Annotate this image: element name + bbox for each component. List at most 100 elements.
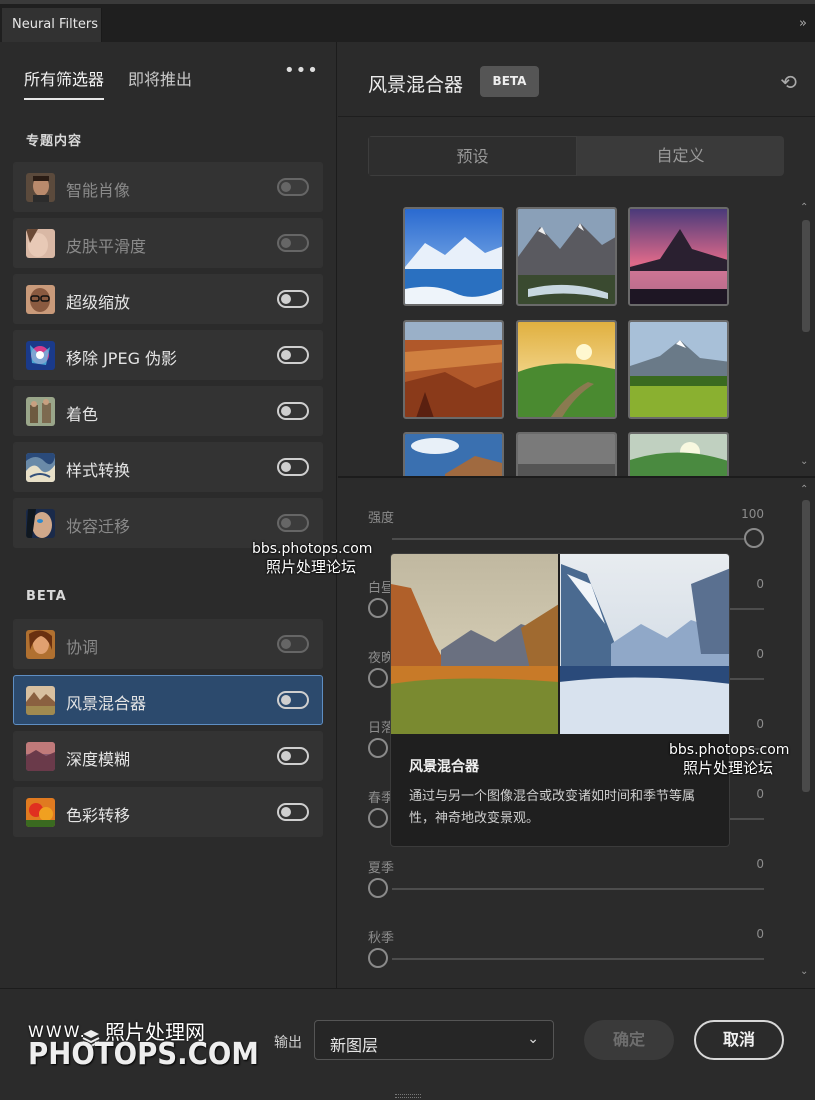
segment-presets[interactable]: 预设 [368, 136, 577, 176]
filter-item-style-transfer[interactable]: 样式转换 [13, 442, 323, 492]
filter-item-harmonize[interactable]: 协调 [13, 619, 323, 669]
preset-sunrise-hills[interactable] [516, 320, 617, 419]
skin-thumb [26, 229, 55, 258]
slider-knob[interactable] [368, 598, 388, 618]
slider-knob[interactable] [368, 738, 388, 758]
preset-gallery: ⌃ ⌄ [338, 200, 815, 478]
tooltip-description: 通过与另一个图像混合或改变诸如时间和季节等属性，神奇地改变景观。 [409, 789, 696, 826]
colorize-thumb [26, 397, 55, 426]
preset-green-valley[interactable] [628, 432, 729, 476]
tab-all-filters[interactable]: 所有筛选器 [24, 66, 105, 100]
slider-knob[interactable] [744, 528, 764, 548]
filter-toggle[interactable] [277, 458, 309, 476]
filter-toggle[interactable] [277, 402, 309, 420]
filter-tabs: 所有筛选器 即将推出 [24, 66, 192, 100]
preset-sunset-peak[interactable] [628, 207, 729, 306]
scroll-up-icon[interactable]: ⌃ [800, 202, 808, 213]
filter-label: 深度模糊 [66, 750, 131, 769]
slider-track[interactable] [392, 958, 764, 960]
output-select[interactable]: 新图层 ⌄ [314, 1020, 554, 1060]
slider-value: 0 [756, 717, 764, 731]
scroll-down-icon[interactable]: ⌄ [800, 966, 808, 977]
segment-custom[interactable]: 自定义 [577, 136, 784, 176]
collapse-panel-icon[interactable]: » [799, 16, 807, 31]
filter-item-remove-jpeg[interactable]: 移除 JPEG 伪影 [13, 330, 323, 380]
featured-heading: 专题内容 [26, 134, 83, 149]
filter-toggle[interactable] [277, 691, 309, 709]
filter-label: 着色 [66, 405, 99, 424]
filter-label: 样式转换 [66, 461, 131, 480]
filter-toggle[interactable] [277, 635, 309, 653]
slider-summer: 夏季 0 [368, 857, 764, 927]
ok-button[interactable]: 确定 [584, 1020, 674, 1060]
resize-grip[interactable] [395, 1094, 421, 1098]
filter-toggle[interactable] [277, 514, 309, 532]
watermark-forum: 照片处理论坛 [683, 759, 774, 777]
scroll-up-icon[interactable]: ⌃ [800, 484, 808, 495]
tab-coming-soon[interactable]: 即将推出 [128, 66, 192, 100]
output-label: 输出 [274, 1035, 302, 1051]
before-after-preview [391, 554, 729, 734]
slider-value: 0 [756, 787, 764, 801]
watermark-text: bbs.photops.com 照片处理论坛 [252, 540, 372, 576]
filter-label: 协调 [66, 638, 99, 657]
preset-cliff[interactable] [403, 432, 504, 476]
preset-green-meadow[interactable] [628, 320, 729, 419]
slider-knob[interactable] [368, 878, 388, 898]
slider-label: 秋季 [368, 931, 395, 946]
filter-info-tooltip: 风景混合器 通过与另一个图像混合或改变诸如时间和季节等属性，神奇地改变景观。 [390, 553, 730, 847]
slider-knob[interactable] [368, 948, 388, 968]
panel-tab[interactable]: Neural Filters [2, 8, 102, 44]
color-transfer-thumb [26, 798, 55, 827]
preset-mountain-valley[interactable] [516, 207, 617, 306]
filter-item-super-zoom[interactable]: 超级缩放 [13, 274, 323, 324]
more-options-icon[interactable]: ••• [284, 60, 319, 81]
filter-toggle[interactable] [277, 178, 309, 196]
chevron-down-icon: ⌄ [527, 1031, 539, 1047]
preset-snow-lake[interactable] [403, 207, 504, 306]
filter-item-smart-portrait[interactable]: 智能肖像 [13, 162, 323, 212]
filter-toggle[interactable] [277, 290, 309, 308]
slider-value: 100 [741, 507, 764, 521]
reset-icon[interactable]: ⟲ [780, 70, 797, 94]
settings-scroll-thumb[interactable] [802, 500, 810, 792]
filter-toggle[interactable] [277, 747, 309, 765]
settings-header: 风景混合器 BETA ⟲ [338, 42, 815, 117]
filter-toggle[interactable] [277, 346, 309, 364]
filter-item-colorize[interactable]: 着色 [13, 386, 323, 436]
slider-label: 夏季 [368, 861, 395, 876]
slider-knob[interactable] [368, 808, 388, 828]
slider-value: 0 [756, 857, 764, 871]
cancel-button[interactable]: 取消 [694, 1020, 784, 1060]
filter-item-depth-blur[interactable]: 深度模糊 [13, 731, 323, 781]
scroll-down-icon[interactable]: ⌄ [800, 456, 808, 467]
filter-list-panel: 所有筛选器 即将推出 ••• 专题内容 智能肖像 皮肤平滑度 超级缩放 移除 J… [0, 42, 337, 988]
preset-fog[interactable] [516, 432, 617, 476]
gallery-scroll-thumb[interactable] [802, 220, 810, 332]
filter-item-color-transfer[interactable]: 色彩转移 [13, 787, 323, 837]
settings-scrollbar[interactable]: ⌃ ⌄ [799, 482, 811, 986]
filter-label: 智能肖像 [66, 181, 131, 200]
slider-label: 强度 [368, 511, 395, 526]
slider-track[interactable] [392, 538, 764, 540]
jpeg-thumb [26, 341, 55, 370]
preset-canyon[interactable] [403, 320, 504, 419]
gallery-scrollbar[interactable]: ⌃ ⌄ [799, 200, 811, 476]
harmonize-thumb [26, 630, 55, 659]
filter-toggle[interactable] [277, 234, 309, 252]
logo-wordmark: PHOTOPS.COM [28, 1037, 259, 1072]
title-bar: Neural Filters » [0, 0, 815, 44]
filter-label: 移除 JPEG 伪影 [66, 349, 178, 368]
slider-knob[interactable] [368, 668, 388, 688]
output-select-value: 新图层 [330, 1036, 379, 1055]
filter-item-landscape-mixer[interactable]: 风景混合器 [13, 675, 323, 725]
filter-toggle[interactable] [277, 803, 309, 821]
slider-value: 0 [756, 577, 764, 591]
beta-heading: BETA [26, 589, 67, 604]
slider-value: 0 [756, 927, 764, 941]
dialog-footer: WWW. 照片处理网 PHOTOPS.COM 输出 新图层 ⌄ 确定 取消 [0, 988, 815, 1100]
filter-item-skin-smoothing[interactable]: 皮肤平滑度 [13, 218, 323, 268]
slider-autumn: 秋季 0 [368, 927, 764, 988]
landscape-thumb [26, 686, 55, 715]
slider-track[interactable] [392, 888, 764, 890]
